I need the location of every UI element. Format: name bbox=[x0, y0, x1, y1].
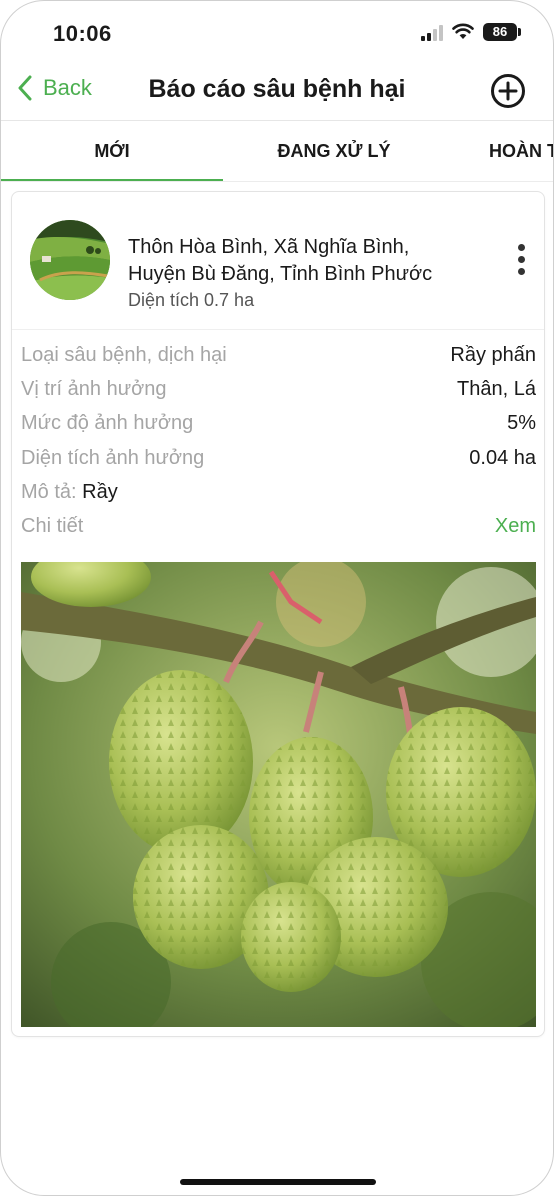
page-title: Báo cáo sâu bệnh hại bbox=[148, 75, 406, 103]
farm-area: Diện tích 0.7 ha bbox=[128, 290, 255, 310]
tab-new[interactable]: MỚI bbox=[1, 121, 223, 181]
signal-icon bbox=[421, 25, 445, 41]
field-label: Loại sâu bệnh, dịch hại bbox=[21, 344, 227, 366]
status-bar: 10:06 86 bbox=[1, 1, 553, 63]
farm-avatar bbox=[30, 220, 110, 300]
plus-circle-icon bbox=[491, 74, 525, 108]
more-options-button[interactable] bbox=[512, 242, 532, 278]
field-value: 5% bbox=[507, 412, 536, 434]
description-label-text: Mô tả: bbox=[21, 481, 77, 503]
add-report-button[interactable] bbox=[490, 73, 526, 109]
field-label: Mức độ ảnh hưởng bbox=[21, 412, 194, 434]
tab-processing[interactable]: ĐANG XỬ LÝ bbox=[223, 121, 445, 181]
battery-icon: 86 bbox=[483, 23, 517, 41]
card-divider bbox=[12, 329, 544, 330]
address-line-2: Huyện Bù Đăng, Tỉnh Bình Phước bbox=[128, 263, 433, 285]
field-value: 0.04 ha bbox=[469, 447, 536, 469]
field-label: Diện tích ảnh hưởng bbox=[21, 447, 205, 469]
active-tab-indicator bbox=[1, 179, 223, 181]
detail-label: Chi tiết bbox=[21, 515, 84, 537]
battery-cap bbox=[518, 28, 521, 36]
farm-address: Thôn Hòa Bình, Xã Nghĩa Bình, Huyện Bù Đ… bbox=[128, 234, 498, 288]
impact-level-row: Mức độ ảnh hưởng 5% bbox=[21, 412, 536, 442]
home-indicator[interactable] bbox=[180, 1179, 376, 1185]
pest-type-row: Loại sâu bệnh, dịch hại Rầy phấn bbox=[21, 344, 536, 374]
affected-location-row: Vị trí ảnh hưởng Thân, Lá bbox=[21, 378, 536, 408]
report-card[interactable]: Thôn Hòa Bình, Xã Nghĩa Bình, Huyện Bù Đ… bbox=[11, 191, 545, 1037]
address-line-1: Thôn Hòa Bình, Xã Nghĩa Bình, bbox=[128, 236, 410, 258]
field-value: Rầy phấn bbox=[450, 344, 536, 366]
pest-photo[interactable] bbox=[21, 562, 536, 1027]
navigation-bar: Back Báo cáo sâu bệnh hại bbox=[1, 63, 553, 119]
status-tabs: MỚI ĐANG XỬ LÝ HOÀN T bbox=[1, 120, 553, 182]
phone-screen: 10:06 86 Back Báo cáo sâu bệnh hại MỚI Đ… bbox=[0, 0, 554, 1196]
description-value: Rầy bbox=[82, 481, 118, 503]
description-label: Mô tả: Rầy bbox=[21, 481, 118, 504]
field-value: Thân, Lá bbox=[457, 378, 536, 400]
detail-row: Chi tiết Xem bbox=[21, 515, 536, 545]
wifi-icon bbox=[452, 23, 474, 39]
affected-area-row: Diện tích ảnh hưởng 0.04 ha bbox=[21, 447, 536, 477]
tab-completed[interactable]: HOÀN T bbox=[489, 121, 553, 181]
field-label: Vị trí ảnh hưởng bbox=[21, 378, 167, 400]
status-time: 10:06 bbox=[53, 21, 112, 46]
view-detail-link[interactable]: Xem bbox=[495, 515, 536, 538]
description-row: Mô tả: Rầy bbox=[21, 481, 536, 511]
